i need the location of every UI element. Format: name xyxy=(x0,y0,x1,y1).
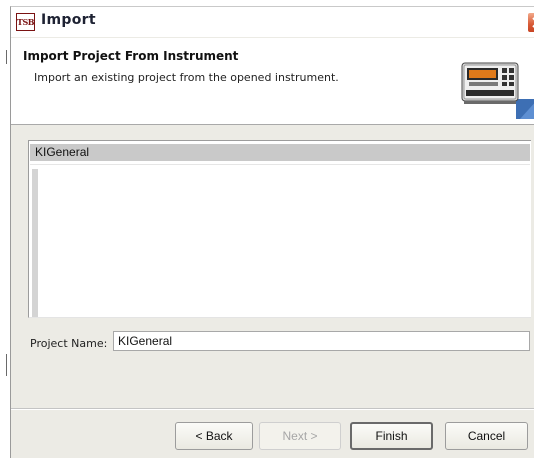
desktop-tick-mark xyxy=(6,50,7,64)
screen: TSB Import Import Project From Instrumen… xyxy=(0,0,534,458)
page-title: Import Project From Instrument xyxy=(23,49,239,63)
window-title: Import xyxy=(41,12,96,28)
desktop-tick-mark xyxy=(6,354,7,376)
instrument-icon xyxy=(461,62,534,119)
wizard-header: Import Project From Instrument Import an… xyxy=(11,38,534,125)
back-button[interactable]: < Back xyxy=(175,422,253,450)
title-bar[interactable]: TSB Import xyxy=(11,7,534,37)
footer-divider-highlight xyxy=(11,409,534,410)
tsb-logo: TSB xyxy=(16,13,35,31)
list-item[interactable]: KIGeneral xyxy=(30,144,530,161)
next-button[interactable]: Next > xyxy=(259,422,341,450)
list-divider xyxy=(30,164,530,165)
list-margin-gap xyxy=(38,169,188,176)
project-name-input[interactable] xyxy=(113,331,530,351)
close-button[interactable] xyxy=(527,12,534,33)
page-description: Import an existing project from the open… xyxy=(34,71,339,84)
list-margin xyxy=(32,169,38,317)
project-list[interactable]: KIGeneral xyxy=(28,140,531,318)
desktop-edge xyxy=(0,0,2,458)
cancel-button[interactable]: Cancel xyxy=(445,422,528,450)
project-name-label: Project Name: xyxy=(30,337,108,350)
import-dialog: TSB Import Import Project From Instrumen… xyxy=(10,6,534,458)
finish-button[interactable]: Finish xyxy=(350,422,433,450)
